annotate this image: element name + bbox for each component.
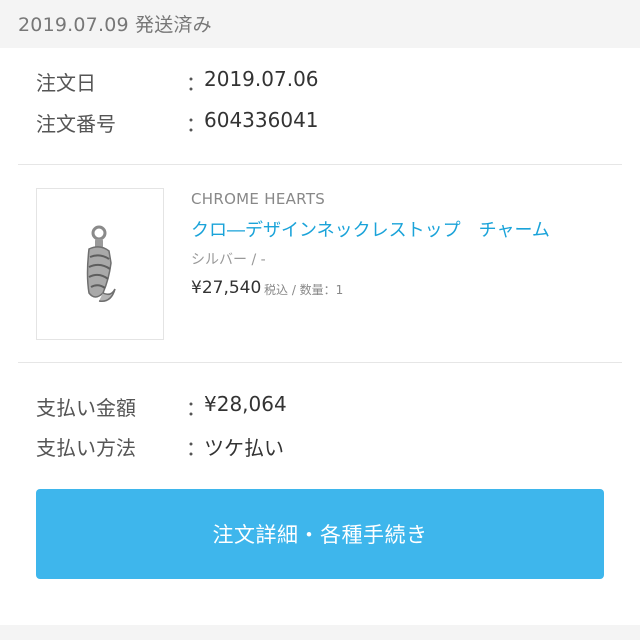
payment-amount-label: 支払い金額 bbox=[36, 396, 136, 420]
payment-method-separator: ： bbox=[186, 436, 206, 460]
product-price: ¥27,540 bbox=[191, 278, 262, 298]
product-thumbnail[interactable] bbox=[36, 188, 164, 340]
shipping-date: 2019.07.09 bbox=[18, 14, 129, 36]
order-date-value: 2019.07.06 bbox=[204, 67, 319, 91]
payment-method-value: ツケ払い bbox=[204, 436, 284, 460]
price-tax-quantity: 税込 / 数量：1 bbox=[264, 283, 344, 297]
order-number-separator: ： bbox=[186, 112, 206, 136]
order-status-header: 2019.07.09 発送済み bbox=[0, 0, 640, 48]
shipping-status: 発送済み bbox=[135, 14, 212, 36]
order-number-value: 604336041 bbox=[204, 108, 319, 132]
order-date-separator: ： bbox=[186, 71, 206, 95]
product-name-link[interactable]: クロ―デザインネックレストップ チャーム bbox=[191, 216, 550, 242]
order-details-button[interactable]: 注文詳細・各種手続き bbox=[36, 489, 604, 579]
payment-amount-value: ¥28,064 bbox=[204, 392, 287, 416]
order-date-label: 注文日 bbox=[36, 71, 96, 95]
order-number-label: 注文番号 bbox=[36, 112, 116, 136]
product-brand: CHROME HEARTS bbox=[191, 190, 326, 208]
payment-amount-separator: ： bbox=[186, 396, 206, 420]
section-divider bbox=[18, 164, 622, 165]
order-details-button-label: 注文詳細・各種手続き bbox=[212, 523, 428, 547]
section-divider bbox=[18, 362, 622, 363]
order-history-card: 2019.07.09 発送済み 注文日 ： 2019.07.06 注文番号 ： … bbox=[0, 0, 640, 625]
payment-method-label: 支払い方法 bbox=[36, 436, 136, 460]
shipping-status-text: 2019.07.09 発送済み bbox=[18, 10, 212, 37]
product-variant: シルバー / - bbox=[191, 252, 266, 268]
pendant-charm-image bbox=[86, 225, 116, 302]
